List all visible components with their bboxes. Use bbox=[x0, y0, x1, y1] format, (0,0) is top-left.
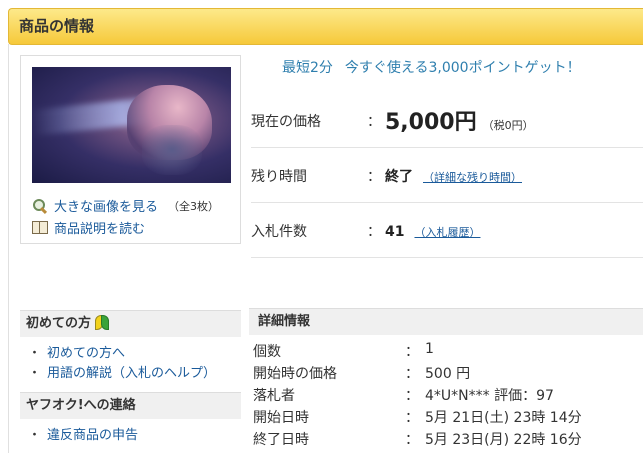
detail-value: 5月 21日(土) 23時 14分 bbox=[425, 410, 582, 426]
detail-row-end-time: 終了日時 ： 5月 23日(月) 22時 16分 bbox=[253, 429, 643, 450]
detail-colon: ： bbox=[405, 388, 419, 404]
bid-count-label: 入札件数 bbox=[251, 224, 307, 240]
product-image-panel bbox=[20, 55, 241, 244]
detail-colon: ： bbox=[405, 366, 419, 382]
beginner-mark-icon bbox=[95, 315, 110, 330]
detail-row-quantity: 個数 ： 1 bbox=[253, 341, 643, 362]
detail-label: 開始時の価格 bbox=[253, 366, 337, 382]
detail-row-winner: 落札者 ： 4*U*N*** 評価：97 bbox=[253, 385, 643, 406]
price-row: 現在の価格 ： 5,000円 （税0円） bbox=[251, 93, 643, 148]
details-section-header: 詳細情報 bbox=[249, 308, 643, 335]
time-left-colon: ： bbox=[367, 169, 381, 185]
detail-colon: ： bbox=[405, 432, 419, 448]
time-left-value: 終了 bbox=[385, 169, 413, 185]
detail-label: 終了日時 bbox=[253, 432, 309, 448]
detail-label: 落札者 bbox=[253, 388, 295, 404]
bid-count-colon: ： bbox=[367, 224, 381, 240]
view-large-image-row: 大きな画像を見る （全3枚） bbox=[32, 196, 219, 215]
magnifier-icon bbox=[32, 198, 48, 214]
detail-value: 500 円 bbox=[425, 366, 471, 382]
beginners-guide-link[interactable]: 初めての方へ bbox=[47, 346, 125, 361]
report-violation-link[interactable]: 違反商品の申告 bbox=[47, 428, 138, 443]
read-description-link[interactable]: 商品説明を読む bbox=[54, 218, 145, 237]
time-left-row: 残り時間 ： 終了 （詳細な残り時間） bbox=[251, 148, 643, 203]
sidebar-item-beginners-guide[interactable]: ・初めての方へ bbox=[28, 342, 125, 361]
page-title: 商品の情報 bbox=[19, 17, 95, 35]
read-description-row: 商品説明を読む bbox=[32, 218, 145, 237]
time-left-label: 残り時間 bbox=[251, 169, 307, 185]
beginners-title: 初めての方 bbox=[26, 316, 92, 331]
image-count: （全3枚） bbox=[168, 199, 220, 213]
detail-label: 開始日時 bbox=[253, 410, 309, 426]
detail-row-start-time: 開始日時 ： 5月 21日(土) 23時 14分 bbox=[253, 407, 643, 428]
details-title: 詳細情報 bbox=[258, 314, 311, 329]
contact-title: ヤフオク!への連絡 bbox=[26, 398, 136, 413]
detail-value: 1 bbox=[425, 341, 434, 357]
detail-colon: ： bbox=[405, 410, 419, 426]
left-frame-line bbox=[8, 44, 9, 453]
detail-row-start-price: 開始時の価格 ： 500 円 bbox=[253, 363, 643, 384]
bid-count-value: 41 bbox=[385, 224, 405, 240]
book-icon bbox=[32, 221, 48, 234]
price-label: 現在の価格 bbox=[251, 114, 321, 130]
detail-value: 4*U*N*** 評価：97 bbox=[425, 388, 554, 404]
detailed-time-left-link[interactable]: （詳細な残り時間） bbox=[423, 171, 522, 184]
current-price: 5,000円 bbox=[385, 110, 477, 135]
points-promo-link[interactable]: 最短2分 今すぐ使える3,000ポイントゲット！ bbox=[282, 57, 581, 77]
sidebar-item-report-violation[interactable]: ・違反商品の申告 bbox=[28, 424, 138, 443]
view-large-image-link[interactable]: 大きな画像を見る bbox=[54, 196, 158, 215]
promo-part2: 今すぐ使える3,000ポイントゲット！ bbox=[344, 60, 581, 76]
detail-value: 5月 23日(月) 22時 16分 bbox=[425, 432, 582, 448]
promo-part1: 最短2分 bbox=[282, 60, 333, 76]
tax-note: （税0円） bbox=[482, 119, 534, 132]
product-thumbnail[interactable] bbox=[32, 67, 231, 183]
product-info-header: 商品の情報 bbox=[8, 8, 643, 45]
bid-history-link[interactable]: （入札履歴） bbox=[414, 226, 480, 239]
sidebar-item-glossary[interactable]: ・用語の解説（入札のヘルプ） bbox=[28, 362, 216, 381]
price-colon: ： bbox=[367, 114, 381, 130]
bid-count-row: 入札件数 ： 41 （入札履歴） bbox=[251, 203, 643, 258]
beginners-section-header: 初めての方 bbox=[20, 310, 241, 337]
detail-label: 個数 bbox=[253, 344, 281, 360]
detail-colon: ： bbox=[405, 344, 419, 360]
glossary-link[interactable]: 用語の解説（入札のヘルプ） bbox=[47, 366, 216, 381]
contact-section-header: ヤフオク!への連絡 bbox=[20, 392, 241, 419]
